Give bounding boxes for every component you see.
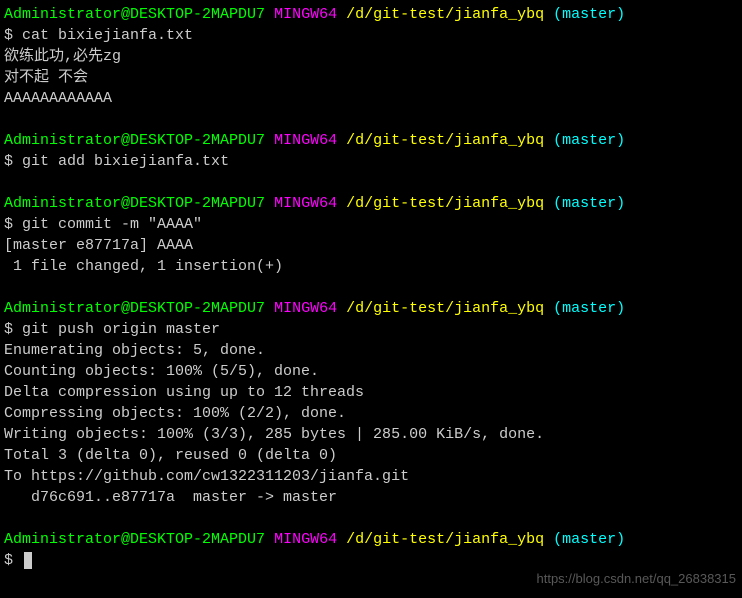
output-line: Delta compression using up to 12 threads	[0, 382, 742, 403]
dollar-sign: $	[4, 27, 13, 44]
git-branch: (master)	[553, 195, 625, 212]
cwd-path: /d/git-test/jianfa_ybq	[346, 300, 544, 317]
output-line: d76c691..e87717a master -> master	[0, 487, 742, 508]
output-line: AAAAAAAAAAAA	[0, 88, 742, 109]
cursor-icon	[24, 552, 32, 569]
git-branch: (master)	[553, 132, 625, 149]
prompt-line: Administrator@DESKTOP-2MAPDU7 MINGW64 /d…	[0, 193, 742, 214]
dollar-sign: $	[4, 216, 13, 233]
output-line: [master e87717a] AAAA	[0, 235, 742, 256]
output-line: 对不起 不会	[0, 67, 742, 88]
output-line: Total 3 (delta 0), reused 0 (delta 0)	[0, 445, 742, 466]
output-line: Compressing objects: 100% (2/2), done.	[0, 403, 742, 424]
command-line: $ cat bixiejianfa.txt	[0, 25, 742, 46]
prompt-line: Administrator@DESKTOP-2MAPDU7 MINGW64 /d…	[0, 130, 742, 151]
command-text: git add bixiejianfa.txt	[22, 153, 229, 170]
mingw-label: MINGW64	[274, 531, 337, 548]
mingw-label: MINGW64	[274, 6, 337, 23]
command-text: git commit -m "AAAA"	[22, 216, 202, 233]
output-line: To https://github.com/cw1322311203/jianf…	[0, 466, 742, 487]
mingw-label: MINGW64	[274, 195, 337, 212]
command-input-line[interactable]: $	[0, 550, 742, 571]
output-line: Enumerating objects: 5, done.	[0, 340, 742, 361]
cwd-path: /d/git-test/jianfa_ybq	[346, 531, 544, 548]
blank-line	[0, 508, 742, 529]
output-line: 1 file changed, 1 insertion(+)	[0, 256, 742, 277]
output-line: Writing objects: 100% (3/3), 285 bytes |…	[0, 424, 742, 445]
cwd-path: /d/git-test/jianfa_ybq	[346, 6, 544, 23]
blank-line	[0, 109, 742, 130]
mingw-label: MINGW64	[274, 132, 337, 149]
user-host: Administrator@DESKTOP-2MAPDU7	[4, 132, 265, 149]
prompt-line: Administrator@DESKTOP-2MAPDU7 MINGW64 /d…	[0, 298, 742, 319]
output-line: 欲练此功,必先zg	[0, 46, 742, 67]
git-branch: (master)	[553, 300, 625, 317]
output-line: Counting objects: 100% (5/5), done.	[0, 361, 742, 382]
mingw-label: MINGW64	[274, 300, 337, 317]
cwd-path: /d/git-test/jianfa_ybq	[346, 132, 544, 149]
cwd-path: /d/git-test/jianfa_ybq	[346, 195, 544, 212]
terminal[interactable]: Administrator@DESKTOP-2MAPDU7 MINGW64 /d…	[0, 4, 742, 571]
git-branch: (master)	[553, 6, 625, 23]
command-line: $ git commit -m "AAAA"	[0, 214, 742, 235]
user-host: Administrator@DESKTOP-2MAPDU7	[4, 531, 265, 548]
prompt-line: Administrator@DESKTOP-2MAPDU7 MINGW64 /d…	[0, 529, 742, 550]
git-branch: (master)	[553, 531, 625, 548]
command-text: git push origin master	[22, 321, 220, 338]
blank-line	[0, 277, 742, 298]
user-host: Administrator@DESKTOP-2MAPDU7	[4, 300, 265, 317]
dollar-sign: $	[4, 153, 13, 170]
user-host: Administrator@DESKTOP-2MAPDU7	[4, 195, 265, 212]
command-text: cat bixiejianfa.txt	[22, 27, 193, 44]
watermark-text: https://blog.csdn.net/qq_26838315	[537, 570, 737, 588]
dollar-sign: $	[4, 321, 13, 338]
command-line: $ git add bixiejianfa.txt	[0, 151, 742, 172]
blank-line	[0, 172, 742, 193]
command-line: $ git push origin master	[0, 319, 742, 340]
user-host: Administrator@DESKTOP-2MAPDU7	[4, 6, 265, 23]
dollar-sign: $	[4, 552, 13, 569]
prompt-line: Administrator@DESKTOP-2MAPDU7 MINGW64 /d…	[0, 4, 742, 25]
